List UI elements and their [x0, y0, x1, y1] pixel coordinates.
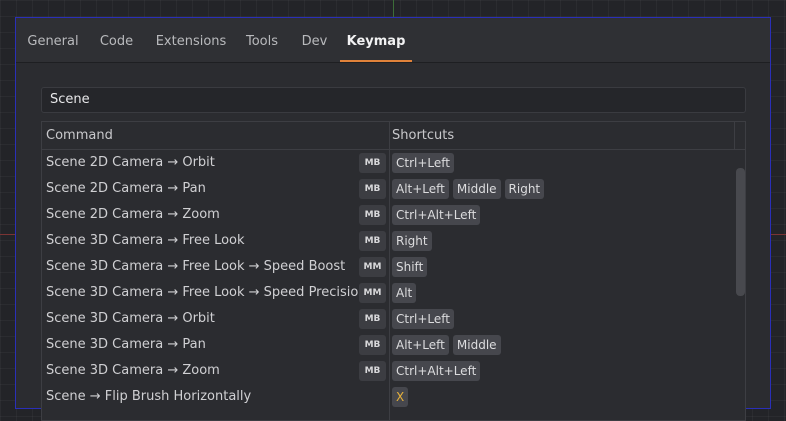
shortcut-list: Ctrl+Left — [392, 153, 454, 173]
input-type-badge: MB — [359, 309, 386, 329]
input-type-badge: MM — [359, 283, 386, 303]
table-scrollbar[interactable] — [736, 150, 745, 420]
input-type-badge: MB — [359, 153, 386, 173]
table-row[interactable]: Scene 3D Camera → Free Look → Speed Boos… — [42, 254, 734, 280]
tab-tools[interactable]: Tools — [240, 18, 284, 62]
command-label: Scene 3D Camera → Free Look → Speed Prec… — [46, 285, 367, 300]
column-header-shortcuts[interactable]: Shortcuts — [392, 122, 454, 150]
table-row[interactable]: Scene 2D Camera → Orbit MB Ctrl+Left — [42, 150, 734, 176]
scrollbar-thumb[interactable] — [736, 168, 745, 296]
table-row[interactable]: Scene 3D Camera → Pan MB Alt+Left Middle — [42, 332, 734, 358]
tab-extensions[interactable]: Extensions — [151, 18, 231, 62]
command-label: Scene 3D Camera → Free Look → Speed Boos… — [46, 259, 346, 274]
table-row[interactable]: Scene 3D Camera → Orbit MB Ctrl+Left — [42, 306, 734, 332]
tab-general[interactable]: General — [24, 18, 82, 62]
tab-dev[interactable]: Dev — [296, 18, 333, 62]
input-type-badge: MB — [359, 179, 386, 199]
shortcut-key[interactable]: Right — [392, 231, 432, 251]
grid-axis-vertical — [393, 0, 394, 18]
table-row[interactable]: Scene 3D Camera → Zoom MB Ctrl+Alt+Left — [42, 358, 734, 384]
tab-code[interactable]: Code — [94, 18, 139, 62]
table-row[interactable]: Scene 2D Camera → Pan MB Alt+Left Middle Rig… — [42, 176, 734, 202]
table-row[interactable]: Scene 2D Camera → Zoom MB Ctrl+Alt+Left — [42, 202, 734, 228]
input-type-badge: MB — [359, 205, 386, 225]
column-header-command[interactable]: Command — [46, 122, 113, 150]
grid-axis-horizontal-right — [770, 234, 786, 235]
shortcut-key[interactable]: Middle — [452, 335, 501, 355]
input-type-badge: MB — [359, 231, 386, 251]
shortcut-list: Ctrl+Left — [392, 309, 454, 329]
settings-tabs: General Code Extensions Tools Dev Keymap — [16, 18, 770, 63]
shortcut-key[interactable]: Alt — [392, 283, 417, 303]
shortcut-key[interactable]: X — [392, 387, 409, 407]
input-type-badge: MM — [359, 257, 386, 277]
command-label: Scene 2D Camera → Zoom — [46, 207, 220, 222]
command-label: Scene 3D Camera → Zoom — [46, 363, 220, 378]
shortcut-list: X — [392, 387, 409, 407]
shortcut-key[interactable]: Ctrl+Alt+Left — [392, 205, 481, 225]
tab-keymap[interactable]: Keymap — [340, 18, 412, 62]
shortcut-list: Right — [392, 231, 432, 251]
command-label: Scene 3D Camera → Free Look — [46, 233, 245, 248]
settings-window: General Code Extensions Tools Dev Keymap… — [15, 17, 771, 421]
command-label: Scene → Flip Brush Horizontally — [46, 389, 252, 404]
command-label: Scene 2D Camera → Orbit — [46, 155, 215, 170]
shortcut-key[interactable]: Ctrl+Alt+Left — [392, 361, 481, 381]
table-header: Command Shortcuts — [42, 122, 745, 150]
table-row[interactable]: Scene → Flip Brush Horizontally X — [42, 384, 734, 410]
command-label: Scene 2D Camera → Pan — [46, 181, 206, 196]
command-label: Scene 3D Camera → Pan — [46, 337, 206, 352]
shortcut-key[interactable]: Right — [504, 179, 545, 199]
keymap-search-input[interactable]: Scene — [41, 87, 746, 113]
shortcut-list: Ctrl+Alt+Left — [392, 205, 481, 225]
shortcut-list: Alt+Left Middle — [392, 335, 501, 355]
shortcut-key[interactable]: Ctrl+Left — [392, 153, 454, 173]
shortcut-key[interactable]: Alt+Left — [392, 335, 449, 355]
command-label: Scene 3D Camera → Orbit — [46, 311, 215, 326]
shortcut-list: Ctrl+Alt+Left — [392, 361, 481, 381]
shortcut-list: Shift — [392, 257, 428, 277]
shortcut-key[interactable]: Middle — [452, 179, 501, 199]
shortcut-key[interactable]: Alt+Left — [392, 179, 449, 199]
shortcut-key[interactable]: Ctrl+Left — [392, 309, 454, 329]
keymap-table: Command Shortcuts Scene 2D Camera → Orbi… — [41, 121, 746, 421]
table-row[interactable]: Scene 3D Camera → Free Look MB Right — [42, 228, 734, 254]
table-row[interactable]: Scene 3D Camera → Free Look → Speed Prec… — [42, 280, 734, 306]
shortcut-list: Alt+Left Middle Right — [392, 179, 545, 199]
shortcut-key[interactable]: Shift — [392, 257, 428, 277]
header-divider — [734, 122, 735, 149]
input-type-badge: MB — [359, 335, 386, 355]
input-type-badge: MB — [359, 361, 386, 381]
shortcut-list: Alt — [392, 283, 417, 303]
